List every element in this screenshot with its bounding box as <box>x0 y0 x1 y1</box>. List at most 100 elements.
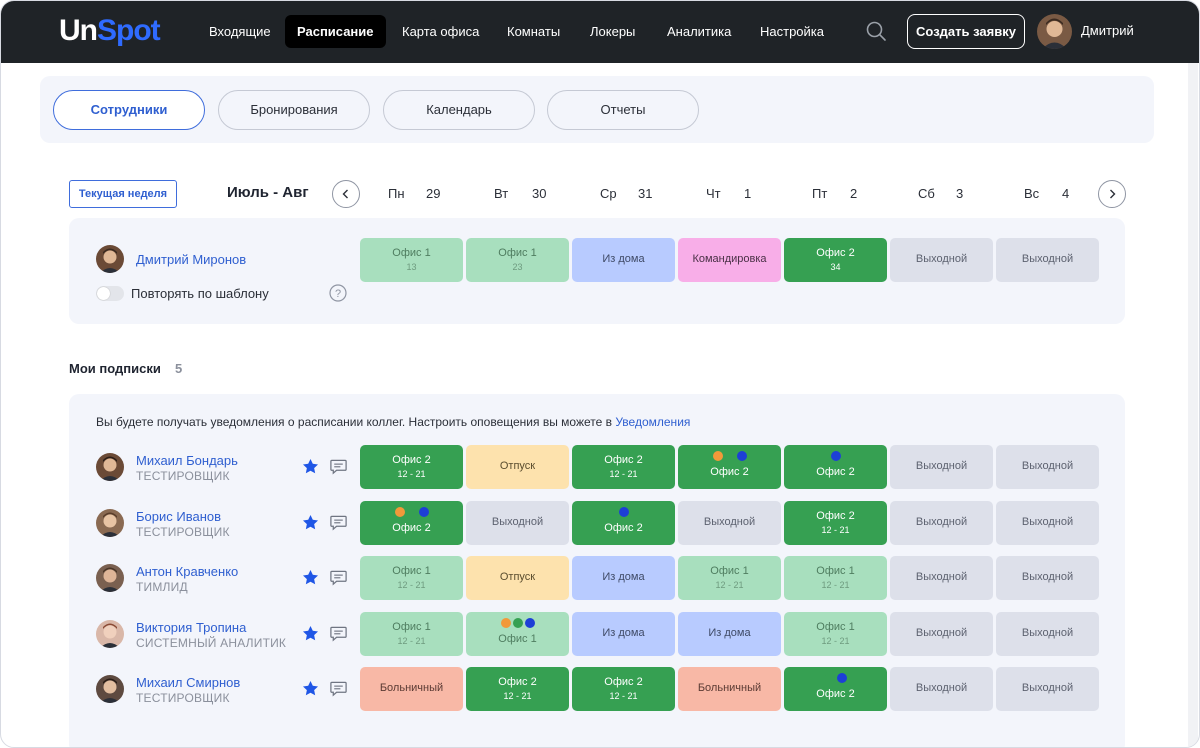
nav-item-analytics[interactable]: Аналитика <box>655 15 743 48</box>
cell-title: Из дома <box>602 626 645 639</box>
schedule-cell[interactable]: Выходной <box>996 238 1099 282</box>
repeat-template-toggle[interactable] <box>96 286 124 301</box>
schedule-cell[interactable]: Выходной <box>996 445 1099 489</box>
schedule-cell[interactable]: Офис 1 12 - 21 <box>784 611 887 656</box>
schedule-cell[interactable]: Офис 2 12 - 21 <box>466 667 569 711</box>
chat-icon[interactable] <box>329 513 348 532</box>
avatar <box>96 508 124 537</box>
tab-reports[interactable]: Отчеты <box>547 90 699 130</box>
cell-title: Выходной <box>1021 626 1074 639</box>
schedule-cell[interactable]: Больничный <box>678 667 781 711</box>
chat-icon[interactable] <box>329 624 348 643</box>
schedule-cell[interactable]: Отпуск <box>466 445 569 489</box>
avatar[interactable] <box>1037 14 1072 49</box>
schedule-cell[interactable]: Выходной <box>890 445 993 489</box>
schedule-cell[interactable]: Офис 2 12 - 21 <box>572 667 675 711</box>
schedule-cell[interactable]: Офис 2 <box>784 667 887 711</box>
presence-dot <box>512 617 523 628</box>
schedule-cell[interactable]: Отпуск <box>466 556 569 600</box>
cell-title: Выходной <box>915 253 968 265</box>
schedule-cell[interactable]: Больничный <box>360 667 463 711</box>
nav-item-settings[interactable]: Настройка <box>748 15 836 48</box>
cell-title: Офис 2 <box>392 521 431 534</box>
schedule-cell[interactable]: Командировка <box>678 238 781 282</box>
schedule-cell[interactable]: Офис 2 <box>784 445 887 489</box>
person-name-link[interactable]: Михаил Бондарь <box>136 453 238 468</box>
schedule-cell[interactable]: Выходной <box>996 500 1099 545</box>
presence-dot <box>524 617 535 628</box>
schedule-cell[interactable]: Выходной <box>678 500 781 545</box>
schedule-cell[interactable]: Офис 2 12 - 21 <box>360 445 463 489</box>
schedule-cell[interactable]: Офис 2 12 - 21 <box>572 445 675 489</box>
scrollbar[interactable] <box>1188 63 1198 747</box>
schedule-cell[interactable]: Выходной <box>996 611 1099 656</box>
star-icon[interactable] <box>301 679 320 698</box>
star-icon[interactable] <box>301 568 320 587</box>
cell-title: Офис 2 <box>816 466 855 478</box>
star-icon[interactable] <box>301 513 320 532</box>
tab-employees[interactable]: Сотрудники <box>53 90 205 130</box>
presence-dot <box>836 673 847 683</box>
schedule-cell[interactable]: Выходной <box>996 667 1099 711</box>
search-icon[interactable] <box>865 20 887 42</box>
cell-title: Из дома <box>602 571 645 583</box>
tab-bookings[interactable]: Бронирования <box>218 90 370 130</box>
day-name: Пн <box>388 186 405 201</box>
schedule-cell[interactable]: Выходной <box>890 238 993 282</box>
presence-dots <box>678 451 781 461</box>
notifications-link[interactable]: Уведомления <box>615 415 690 429</box>
schedule-cell[interactable]: Офис 1 13 <box>360 238 463 282</box>
schedule-cell[interactable]: Офис 1 12 - 21 <box>360 556 463 600</box>
schedule-cell[interactable]: Выходной <box>996 556 1099 600</box>
cell-title: Офис 2 <box>816 688 855 700</box>
schedule-cell[interactable]: Выходной <box>890 611 993 656</box>
schedule-cell[interactable]: Из дома <box>572 238 675 282</box>
my-name-link[interactable]: Дмитрий Миронов <box>136 252 246 267</box>
person-name-link[interactable]: Виктория Тропина <box>136 620 246 635</box>
star-icon[interactable] <box>301 624 320 643</box>
prev-week-button[interactable] <box>332 180 360 208</box>
logo[interactable]: UnSpot <box>59 13 161 49</box>
person-name-link[interactable]: Михаил Смирнов <box>136 675 240 690</box>
schedule-cell[interactable]: Из дома <box>572 611 675 656</box>
nav-item-rooms[interactable]: Комнаты <box>495 15 572 48</box>
nav-item-schedule[interactable]: Расписание <box>285 15 386 48</box>
nav-item-lockers[interactable]: Локеры <box>578 15 647 48</box>
cell-subtitle: 12 - 21 <box>821 524 850 535</box>
schedule-cell[interactable]: Офис 1 12 - 21 <box>678 556 781 600</box>
chat-icon[interactable] <box>329 679 348 698</box>
current-week-button[interactable]: Текущая неделя <box>69 180 177 208</box>
day-date: 4 <box>1062 186 1070 201</box>
cell-title: Офис 2 <box>604 454 643 466</box>
star-icon[interactable] <box>301 457 320 476</box>
schedule-cell[interactable]: Офис 2 <box>360 500 463 545</box>
person-name-link[interactable]: Борис Иванов <box>136 509 221 524</box>
person-name-link[interactable]: Антон Кравченко <box>136 564 238 579</box>
schedule-cell[interactable]: Офис 1 23 <box>466 238 569 282</box>
nav-item-inbox[interactable]: Входящие <box>197 15 283 48</box>
schedule-cell[interactable]: Выходной <box>466 500 569 545</box>
user-name[interactable]: Дмитрий <box>1081 23 1134 38</box>
schedule-cell[interactable]: Выходной <box>890 667 993 711</box>
schedule-cell[interactable]: Выходной <box>890 500 993 545</box>
create-request-button[interactable]: Создать заявку <box>907 14 1025 49</box>
cell-title: Офис 1 <box>710 565 749 577</box>
tab-calendar[interactable]: Календарь <box>383 90 535 130</box>
schedule-cell[interactable]: Офис 1 12 - 21 <box>360 611 463 656</box>
schedule-cell[interactable]: Офис 2 <box>572 500 675 545</box>
schedule-cell[interactable]: Офис 1 <box>466 611 569 656</box>
next-week-button[interactable] <box>1098 180 1126 208</box>
help-icon[interactable]: ? <box>329 284 347 302</box>
schedule-cell[interactable]: Офис 2 <box>678 445 781 489</box>
schedule-cell[interactable]: Из дома <box>572 556 675 600</box>
avatar <box>96 619 124 648</box>
schedule-cell[interactable]: Офис 1 12 - 21 <box>784 556 887 600</box>
schedule-cell[interactable]: Офис 2 12 - 21 <box>784 500 887 545</box>
nav-item-office-map[interactable]: Карта офиса <box>390 15 491 48</box>
chat-icon[interactable] <box>329 568 348 587</box>
schedule-cell[interactable]: Из дома <box>678 611 781 656</box>
presence-dot <box>406 506 417 517</box>
schedule-cell[interactable]: Выходной <box>890 556 993 600</box>
schedule-cell[interactable]: Офис 2 34 <box>784 238 887 282</box>
chat-icon[interactable] <box>329 457 348 476</box>
